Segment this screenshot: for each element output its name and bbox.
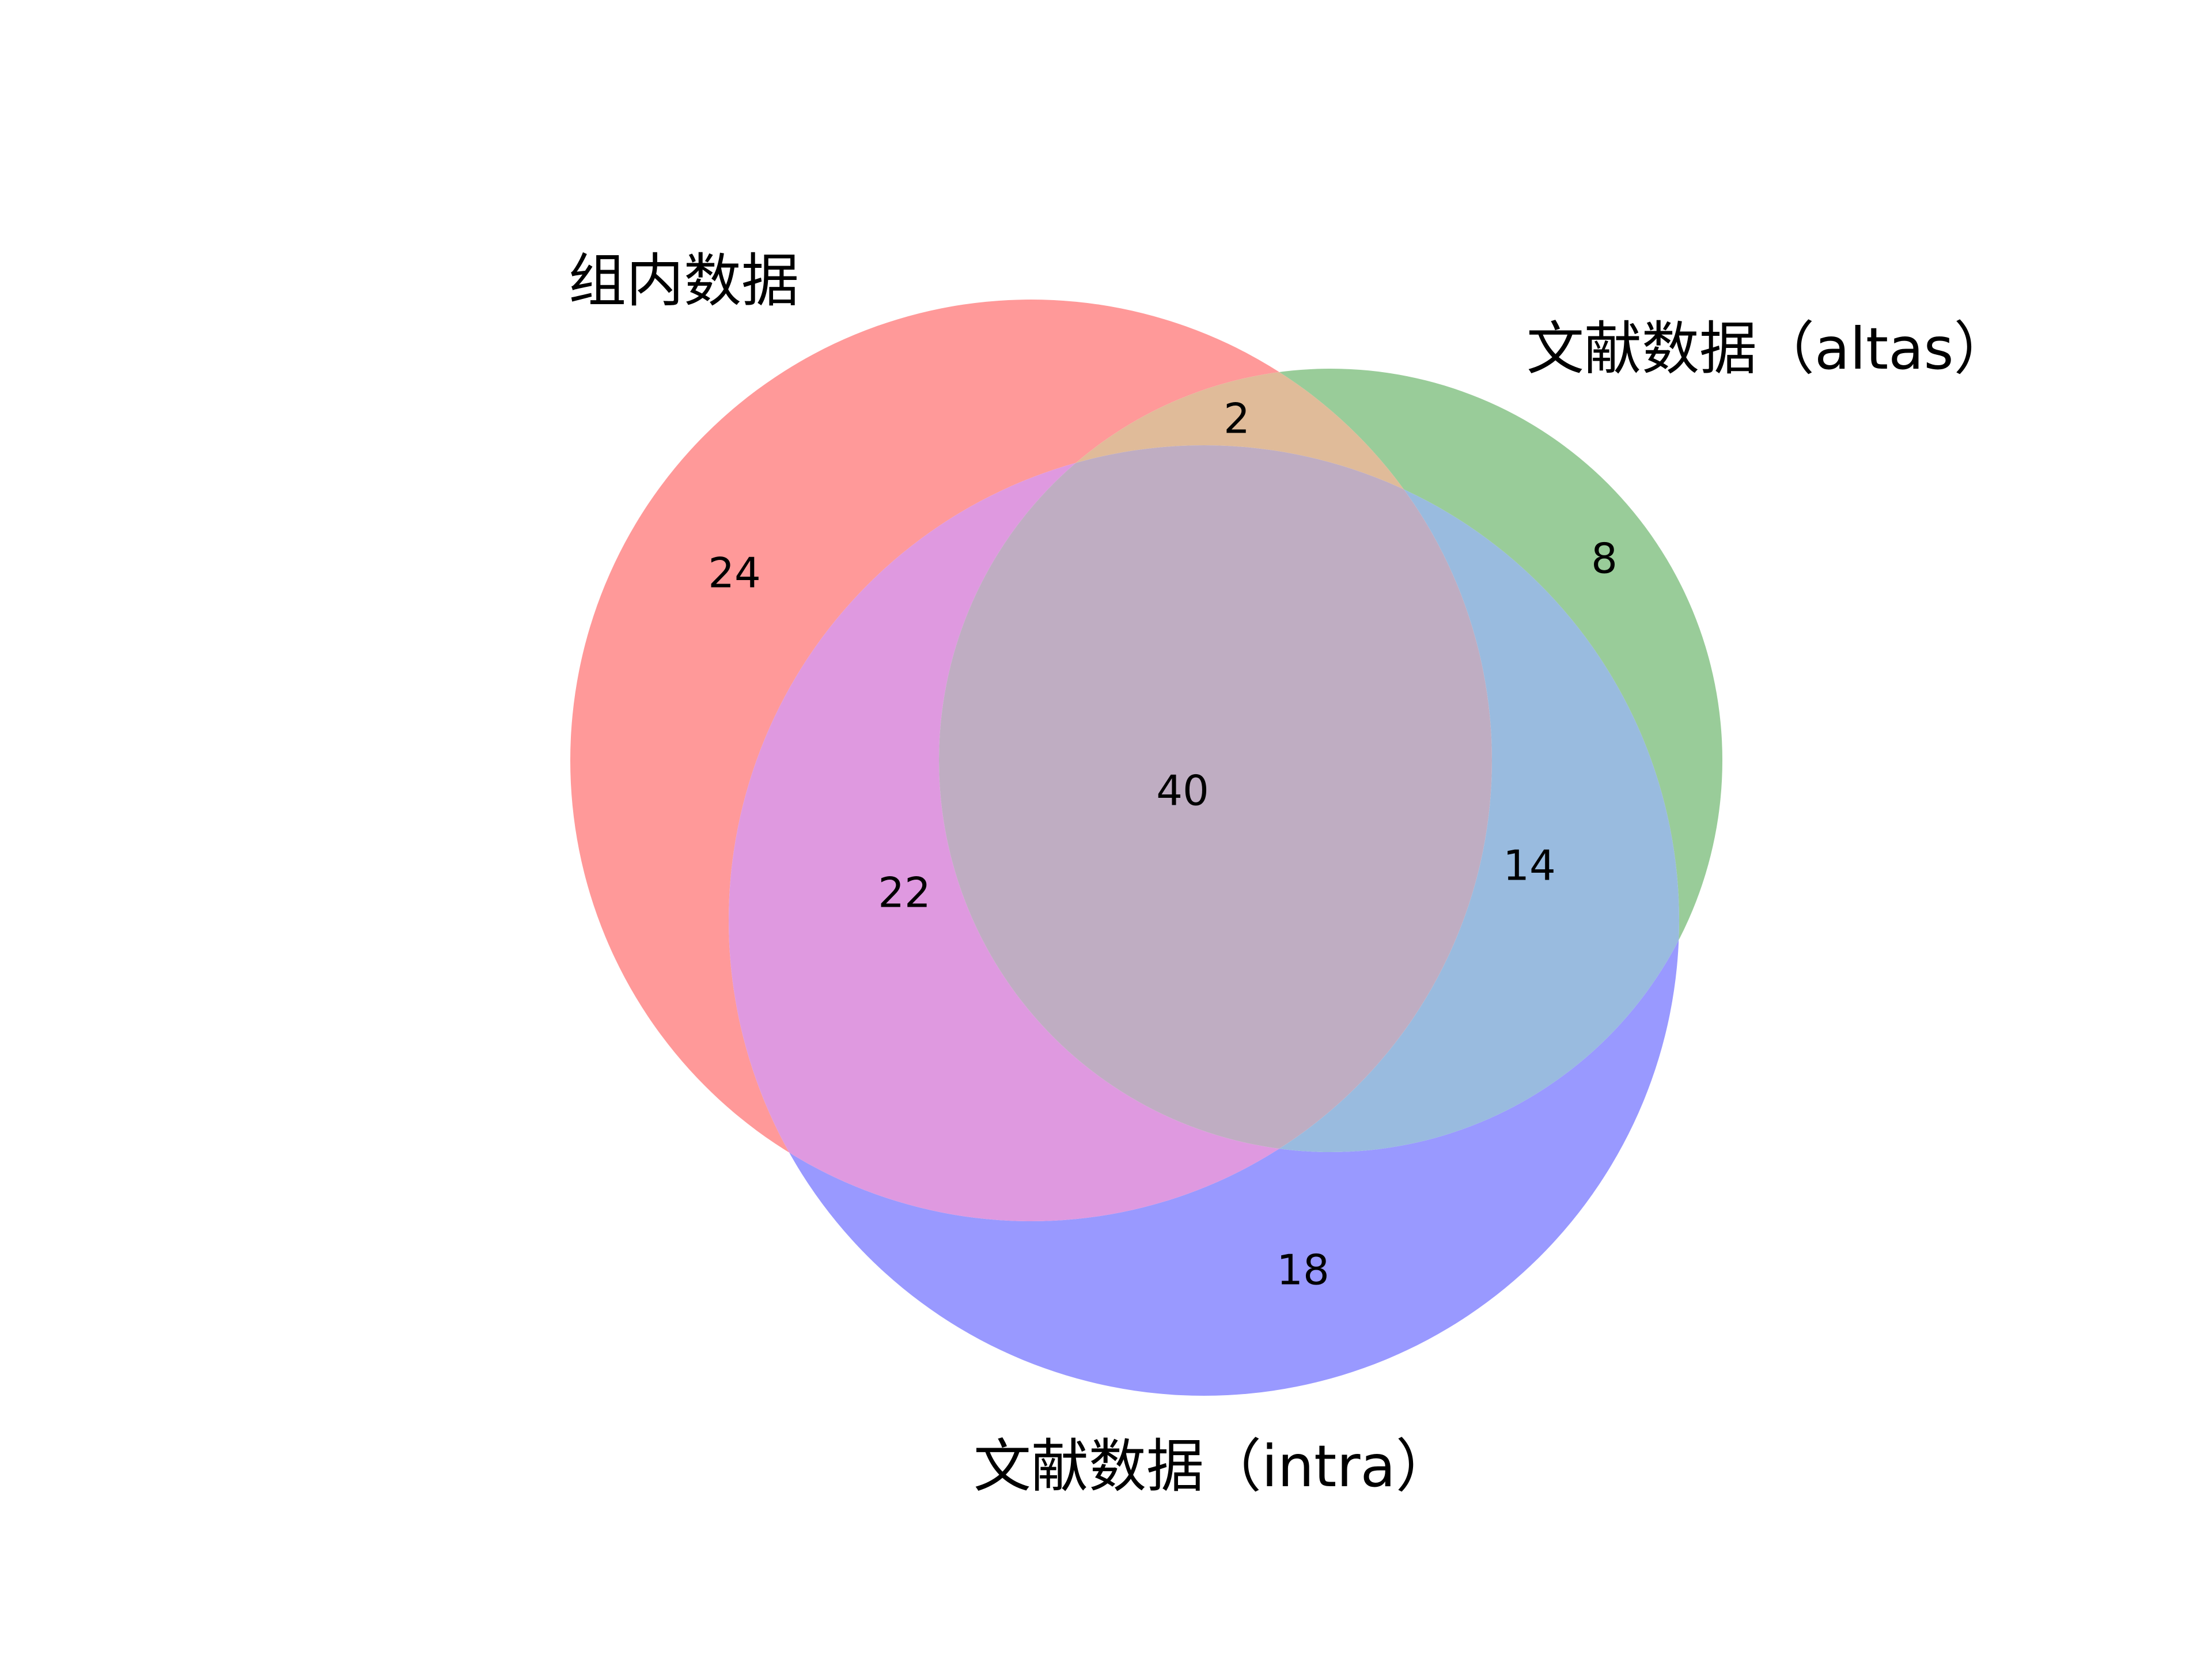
count-c-only: 18 <box>1277 1246 1330 1294</box>
count-a-c: 22 <box>878 869 931 917</box>
count-a-only: 24 <box>708 549 761 597</box>
count-b-c: 14 <box>1503 842 1556 890</box>
venn-diagram: 组内数据 文献数据（altas） 文献数据（intra） 24 8 18 2 2… <box>569 247 2012 1500</box>
set-label-intra: 文献数据（intra） <box>974 1433 1453 1500</box>
count-b-only: 8 <box>1591 535 1618 583</box>
count-a-b-c: 40 <box>1156 767 1209 815</box>
count-a-b: 2 <box>1224 395 1250 443</box>
set-label-altas: 文献数据（altas） <box>1527 315 2012 382</box>
set-label-group: 组内数据 <box>569 247 799 315</box>
